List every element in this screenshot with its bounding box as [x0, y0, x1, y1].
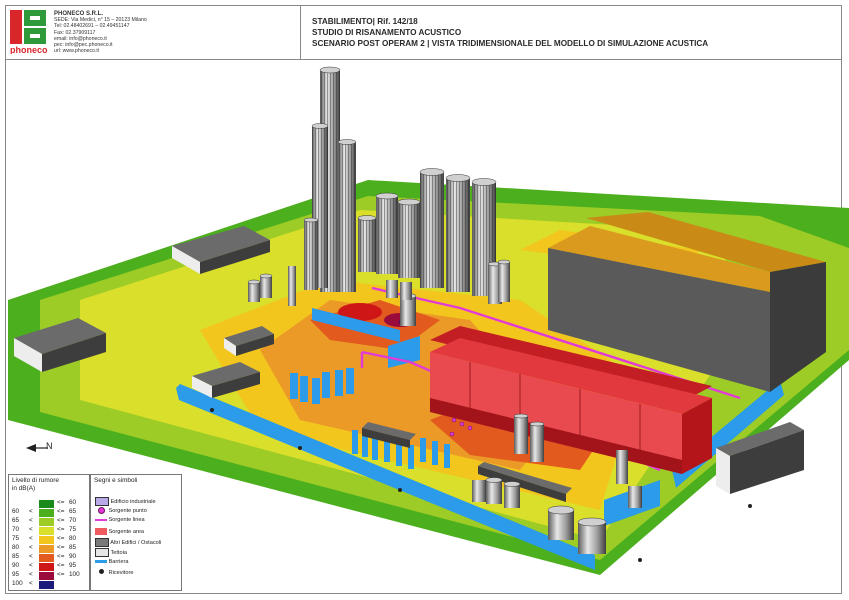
noise-range-low: 95 — [12, 571, 20, 578]
noise-range-high: 95 — [69, 562, 77, 569]
symbol-row-area-source: Sorgente area — [95, 528, 144, 535]
noise-range-op-low: < — [29, 553, 33, 560]
noise-color-swatch — [39, 554, 54, 562]
company-url: url: www.phoneco.it — [54, 48, 99, 55]
noise-range-op-low: < — [29, 571, 33, 578]
north-label: N — [46, 441, 53, 451]
noise-range-high: 100 — [69, 571, 80, 578]
point-source-symbol — [95, 507, 107, 514]
noise-range-op-low: < — [29, 535, 33, 542]
canopy-swatch — [95, 548, 109, 557]
phoneco-logo: phoneco — [10, 10, 48, 54]
noise-range-op-high: <= — [57, 562, 65, 569]
noise-color-swatch — [39, 545, 54, 553]
noise-range-op-high: <= — [57, 499, 65, 506]
symbol-row-other-buildings: Altri Edifici / Ostacoli — [95, 538, 161, 547]
symbol-label: Altri Edifici / Ostacoli — [110, 539, 162, 546]
receiver-symbol — [95, 569, 107, 576]
symbol-label: Edificio industriale — [110, 498, 156, 505]
area-source-swatch — [95, 528, 107, 535]
noise-range-low: 100 — [12, 580, 23, 587]
symbol-row-canopy: Tettoia — [95, 548, 127, 557]
line-source-symbol — [95, 518, 107, 521]
noise-range-low: 60 — [12, 508, 20, 515]
company-info: PHONECO S.R.L. SEDE: Via Medici, n° 15 –… — [54, 11, 147, 54]
noise-range-op-high: <= — [57, 553, 65, 560]
noise-range-high: 85 — [69, 544, 77, 551]
noise-range-high: 75 — [69, 526, 77, 533]
noise-range-high: 80 — [69, 535, 77, 542]
noise-color-swatch — [39, 527, 54, 535]
noise-range-low: 65 — [12, 517, 20, 524]
noise-color-swatch — [39, 500, 54, 508]
noise-range-high: 90 — [69, 553, 77, 560]
noise-range-op-high: <= — [57, 535, 65, 542]
symbol-row-point-source: Sorgente punto — [95, 507, 147, 514]
symbol-row-industrial-building: Edificio industriale — [95, 497, 156, 506]
noise-range-low: 80 — [12, 544, 20, 551]
header-divider — [300, 5, 301, 59]
symbols-legend: Segni e simboli Edificio industriale Sor… — [90, 474, 182, 591]
symbol-row-line-source: Sorgente linea — [95, 517, 145, 523]
title-block: STABILIMENTO| Rif. 142/18 STUDIO DI RISA… — [312, 16, 708, 49]
symbol-label: Barriera — [108, 559, 129, 565]
noise-range-op-high: <= — [57, 517, 65, 524]
symbols-legend-title: Segni e simboli — [94, 477, 138, 484]
symbol-row-barrier: Barriera — [95, 559, 128, 565]
title-line-1: STABILIMENTO| Rif. 142/18 — [312, 17, 418, 26]
noise-range-op-low: < — [29, 580, 33, 587]
noise-legend-title: Livello di rumore — [12, 477, 59, 484]
symbol-label: Sorgente punto — [108, 507, 147, 514]
noise-color-swatch — [39, 518, 54, 526]
noise-range-high: 65 — [69, 508, 77, 515]
noise-color-swatch — [39, 581, 54, 589]
noise-range-op-low: < — [29, 517, 33, 524]
noise-range-low: 75 — [12, 535, 20, 542]
other-buildings-swatch — [95, 538, 109, 547]
noise-range-op-high: <= — [57, 571, 65, 578]
barrier-symbol — [95, 560, 107, 564]
noise-range-op-low: < — [29, 526, 33, 533]
symbol-row-receiver: Ricevitore — [95, 569, 133, 576]
symbol-label: Tettoia — [110, 549, 127, 556]
industrial-building-swatch — [95, 497, 109, 506]
logo-wordmark: phoneco — [10, 45, 48, 54]
noise-range-low: 90 — [12, 562, 20, 569]
title-line-2: STUDIO DI RISANAMENTO ACUSTICO — [312, 28, 462, 37]
noise-legend-unit: in dB(A) — [12, 485, 36, 492]
noise-range-op-low: < — [29, 562, 33, 569]
noise-range-op-high: <= — [57, 526, 65, 533]
title-line-3: SCENARIO POST OPERAM 2 | VISTA TRIDIMENS… — [312, 39, 709, 48]
noise-range-high: 60 — [69, 499, 77, 506]
symbol-label: Sorgente area — [108, 528, 145, 535]
noise-color-swatch — [39, 572, 54, 580]
symbol-label: Sorgente linea — [108, 517, 145, 523]
noise-color-swatch — [39, 536, 54, 544]
symbol-label: Ricevitore — [108, 569, 134, 576]
north-arrow-icon — [26, 444, 48, 452]
noise-range-low: 85 — [12, 553, 20, 560]
noise-range-high: 70 — [69, 517, 77, 524]
noise-range-op-low: < — [29, 508, 33, 515]
noise-range-op-high: <= — [57, 544, 65, 551]
noise-color-swatch — [39, 509, 54, 517]
noise-color-swatch — [39, 563, 54, 571]
noise-level-legend: Livello di rumore in dB(A) <= 60 60 < <= 65 65… — [8, 474, 90, 591]
noise-range-op-high: <= — [57, 508, 65, 515]
noise-range-op-low: < — [29, 544, 33, 551]
noise-range-low: 70 — [12, 526, 20, 533]
